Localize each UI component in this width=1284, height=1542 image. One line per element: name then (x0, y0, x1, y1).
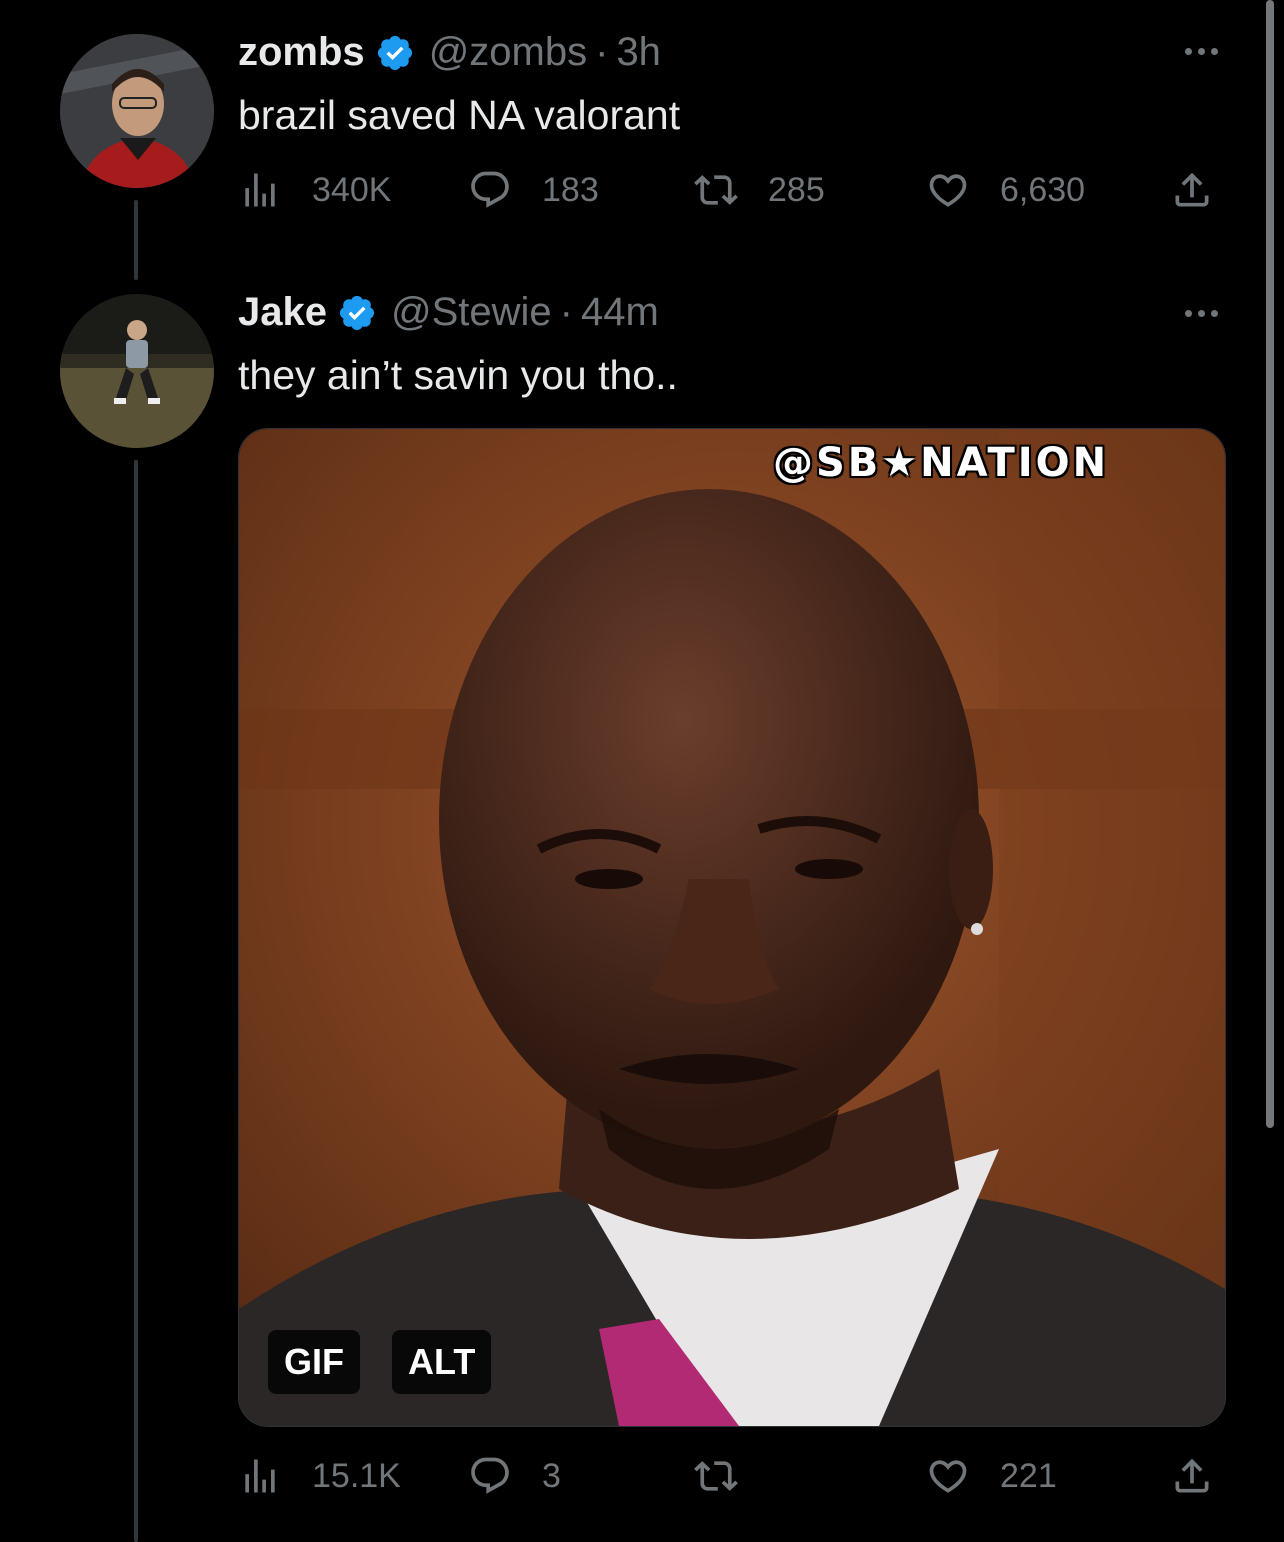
views-icon (245, 1459, 275, 1493)
thread-connector-line (134, 460, 138, 1542)
share-button[interactable] (1170, 168, 1214, 212)
tweet-text: they ain’t savin you tho.. (238, 352, 678, 398)
user-handle[interactable]: @Stewie (391, 290, 552, 335)
retweet-icon (694, 175, 738, 205)
share-icon (1175, 172, 1209, 207)
like-icon (929, 1460, 967, 1493)
reply-count: 183 (542, 171, 599, 209)
separator-dot: · (559, 290, 573, 334)
more-icon[interactable] (1185, 48, 1218, 55)
gif-image (239, 429, 1225, 1426)
more-icon[interactable] (1185, 310, 1218, 317)
timestamp[interactable]: 44m (581, 290, 659, 335)
display-name[interactable]: zombs (238, 30, 365, 75)
media-watermark: @SB★NATION (773, 440, 1110, 486)
reply-count: 3 (542, 1457, 561, 1495)
avatar[interactable] (60, 34, 214, 188)
gif-badge[interactable]: GIF (268, 1330, 360, 1394)
alt-badge[interactable]: ALT (392, 1330, 492, 1394)
display-name[interactable]: Jake (238, 290, 327, 335)
reply-icon (471, 1457, 509, 1494)
retweet-icon (694, 1461, 738, 1491)
like-button[interactable]: 6,630 (926, 168, 1085, 212)
views-icon (245, 173, 275, 207)
share-icon (1175, 1458, 1209, 1493)
verified-badge-icon[interactable] (337, 293, 377, 333)
views-button[interactable]: 340K (238, 168, 391, 212)
reply-icon (471, 171, 509, 208)
user-handle[interactable]: @zombs (429, 30, 587, 75)
reply-button[interactable]: 3 (468, 1454, 561, 1498)
tweet-actions: 15.1K 3 221 (238, 1454, 1218, 1504)
separator-dot: · (595, 30, 609, 74)
views-button[interactable]: 15.1K (238, 1454, 401, 1498)
retweet-button[interactable] (694, 1454, 768, 1498)
views-count: 340K (312, 171, 392, 209)
tweet-header: Jake @Stewie · 44m (238, 290, 659, 335)
views-count: 15.1K (312, 1457, 401, 1495)
verified-badge-icon[interactable] (375, 33, 415, 73)
tweet-text: brazil saved NA valorant (238, 92, 681, 138)
tweet-actions: 340K 183 285 6,630 (238, 168, 1218, 218)
thread-connector-line (134, 200, 138, 280)
scrollbar[interactable] (1266, 0, 1274, 1128)
retweet-count: 285 (768, 171, 825, 209)
like-icon (929, 174, 967, 207)
share-button[interactable] (1170, 1454, 1214, 1498)
like-count: 221 (1000, 1457, 1057, 1495)
gif-media[interactable] (238, 428, 1226, 1427)
like-button[interactable]: 221 (926, 1454, 1057, 1498)
avatar[interactable] (60, 294, 214, 448)
like-count: 6,630 (1000, 171, 1086, 209)
tweet-header: zombs @zombs · 3h (238, 30, 661, 75)
reply-button[interactable]: 183 (468, 168, 599, 212)
retweet-button[interactable]: 285 (694, 168, 825, 212)
timestamp[interactable]: 3h (616, 30, 661, 75)
